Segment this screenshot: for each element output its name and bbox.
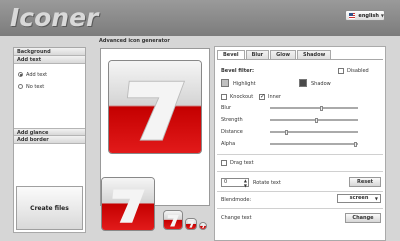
main-area: Advanced icon generator Bevel Blur Glow … bbox=[92, 36, 394, 241]
shadow-color-swatch[interactable] bbox=[299, 79, 307, 87]
divider bbox=[217, 208, 383, 209]
radio-label: No text bbox=[26, 83, 45, 90]
reset-button[interactable]: Reset bbox=[349, 177, 381, 187]
knockout-checkbox[interactable] bbox=[221, 94, 227, 100]
icon-preview-128 bbox=[102, 178, 154, 230]
blendmode-value: screen bbox=[349, 195, 369, 201]
sidebar-section-add-border[interactable]: Add border bbox=[14, 136, 85, 144]
knockout-label: Knockout bbox=[230, 94, 254, 100]
icon-preview-16 bbox=[200, 223, 206, 229]
inner-label: Inner bbox=[268, 94, 281, 100]
divider bbox=[217, 154, 383, 155]
language-select[interactable]: english ▼ bbox=[345, 10, 385, 21]
alpha-slider[interactable] bbox=[270, 142, 358, 147]
language-label: english bbox=[358, 12, 379, 19]
header-bar: Iconer english ▼ bbox=[0, 0, 400, 36]
app-logo: Iconer bbox=[10, 3, 99, 32]
slider-handle[interactable] bbox=[285, 130, 288, 135]
stepper-icon[interactable]: ▲ ▼ bbox=[244, 178, 247, 188]
slider-handle[interactable] bbox=[320, 106, 323, 111]
drag-text-label: Drag text bbox=[230, 160, 254, 166]
filter-panel: Bevel Blur Glow Shadow Bevel filter: Dis… bbox=[214, 46, 386, 241]
divider bbox=[217, 171, 383, 172]
icon-preview-large bbox=[109, 61, 201, 153]
glyph-seven-icon bbox=[126, 80, 186, 141]
change-button[interactable]: Change bbox=[345, 213, 381, 223]
radio-no-text[interactable]: No text bbox=[18, 82, 85, 91]
flag-icon bbox=[349, 12, 356, 19]
radio-dot-icon bbox=[18, 84, 23, 89]
slider-handle[interactable] bbox=[354, 142, 357, 147]
rotate-text-label: Rotate text bbox=[253, 180, 281, 186]
slider-label-blur: Blur bbox=[221, 105, 232, 111]
chevron-down-icon: ▼ bbox=[374, 196, 378, 201]
blendmode-label: Blendmode: bbox=[221, 197, 252, 203]
distance-slider[interactable] bbox=[270, 130, 358, 135]
slider-label-strength: Strength bbox=[221, 117, 243, 123]
inner-checkbox[interactable] bbox=[259, 93, 265, 100]
icon-preview-32 bbox=[186, 219, 196, 229]
slider-label-alpha: Alpha bbox=[221, 141, 236, 147]
sidebar: Background Add text Add text No text Add… bbox=[13, 47, 86, 233]
disabled-checkbox[interactable] bbox=[338, 68, 344, 74]
page-title: Advanced icon generator bbox=[99, 38, 170, 44]
disabled-label: Disabled bbox=[347, 68, 369, 74]
bevel-filter-label: Bevel filter: bbox=[221, 68, 254, 74]
sidebar-section-background[interactable]: Background bbox=[14, 48, 85, 56]
highlight-color-swatch[interactable] bbox=[221, 79, 229, 87]
create-files-button[interactable]: Create files bbox=[16, 186, 83, 230]
blur-slider[interactable] bbox=[270, 106, 358, 111]
sidebar-section-add-glance[interactable]: Add glance bbox=[14, 128, 85, 136]
slider-handle[interactable] bbox=[315, 118, 318, 123]
highlight-label: Highlight bbox=[233, 81, 256, 87]
radio-dot-icon bbox=[18, 72, 23, 77]
drag-text-checkbox[interactable] bbox=[221, 160, 227, 166]
preview-size-128 bbox=[100, 176, 156, 234]
rotate-input[interactable]: 0 ▲ ▼ bbox=[221, 178, 249, 188]
blendmode-select[interactable]: screen ▼ bbox=[337, 194, 381, 203]
shadow-label: Shadow bbox=[311, 81, 331, 87]
tab-divider bbox=[217, 59, 383, 60]
sidebar-section-add-text[interactable]: Add text bbox=[14, 56, 85, 64]
strength-slider[interactable] bbox=[270, 118, 358, 123]
radio-add-text[interactable]: Add text bbox=[18, 70, 85, 79]
chevron-down-icon: ▼ bbox=[380, 13, 384, 18]
rotate-value: 0 bbox=[224, 179, 228, 185]
divider bbox=[217, 191, 383, 192]
radio-label: Add text bbox=[26, 71, 48, 78]
change-text-label: Change text bbox=[221, 215, 252, 221]
icon-preview-48 bbox=[164, 211, 182, 229]
slider-label-distance: Distance bbox=[221, 129, 243, 135]
